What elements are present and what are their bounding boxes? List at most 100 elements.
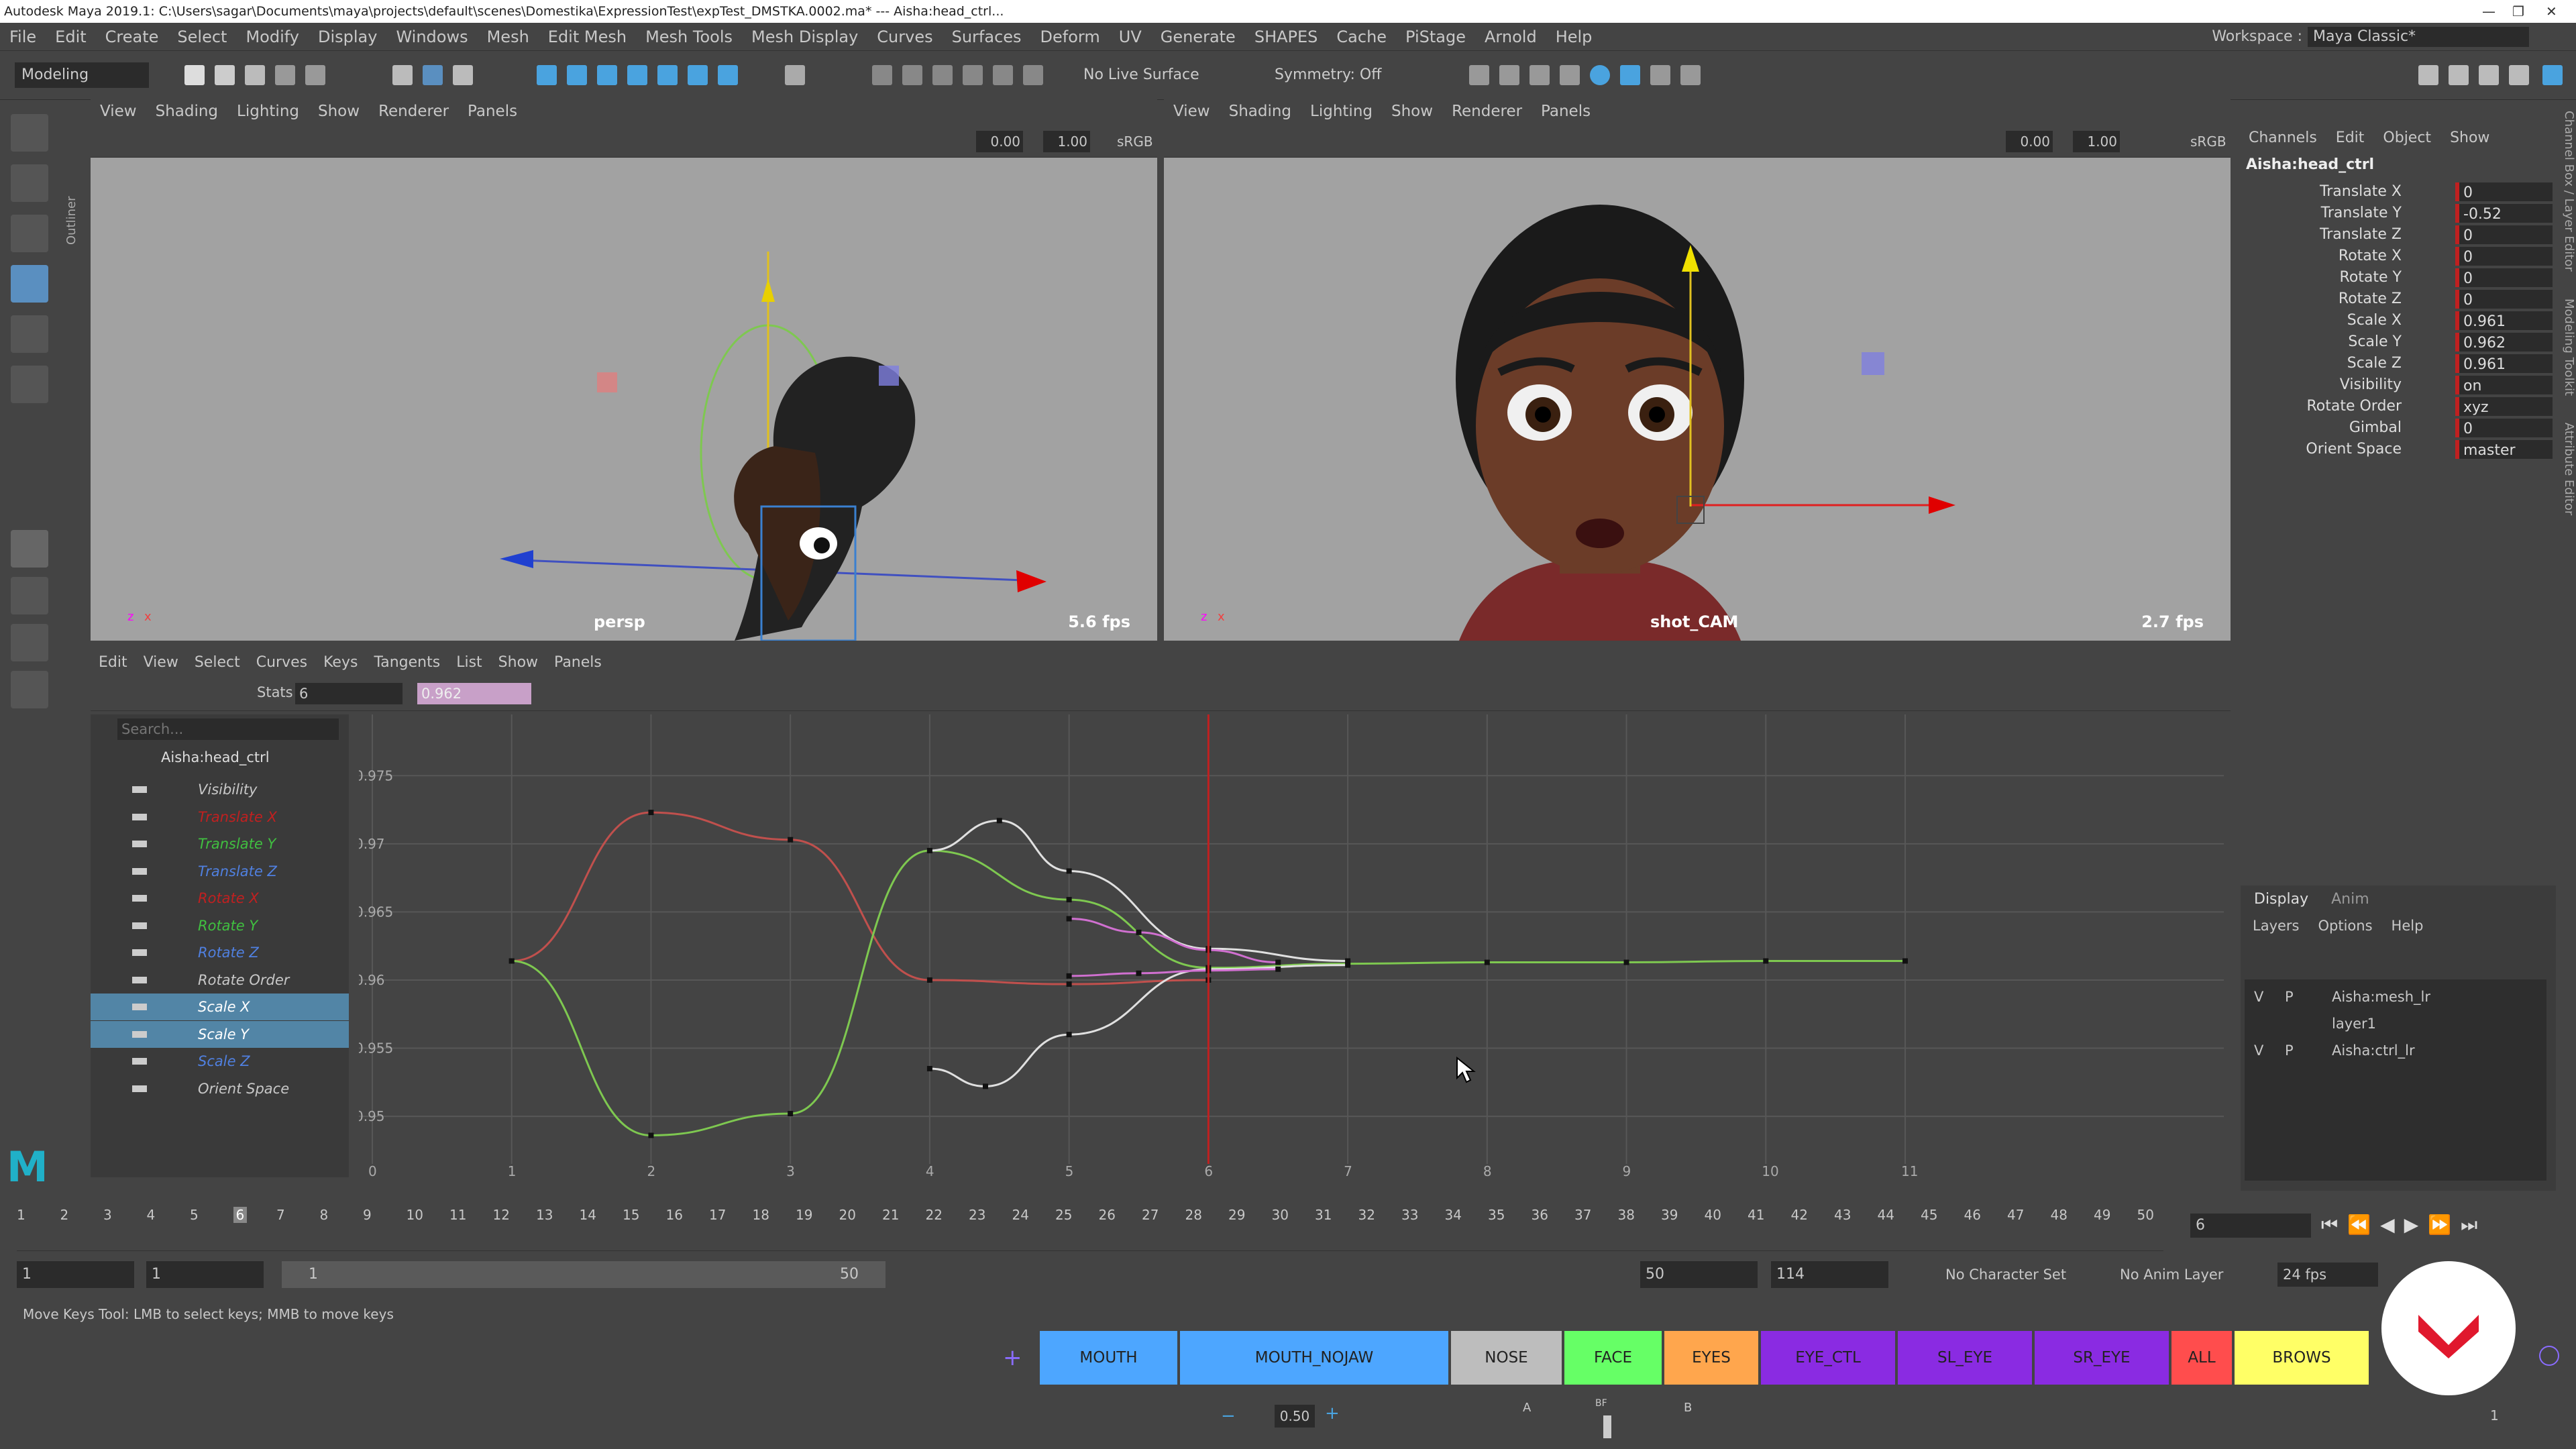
selection-set-button[interactable]: EYE_CTL [1761, 1331, 1895, 1385]
blend-slider-handle[interactable] [1603, 1415, 1611, 1438]
colorspace-label[interactable]: sRGB [1117, 131, 1153, 152]
layer-tab-display[interactable]: Display [2254, 891, 2308, 908]
select-tool-icon[interactable] [11, 114, 48, 152]
range-slider-bar[interactable]: 1 50 [282, 1261, 885, 1288]
menu-arnold[interactable]: Arnold [1475, 23, 1546, 51]
snap-point-icon[interactable] [597, 65, 617, 85]
rotate-tool-icon[interactable] [11, 315, 48, 353]
menu-mesh-tools[interactable]: Mesh Tools [636, 23, 742, 51]
gamma-field[interactable]: 1.00 [2073, 131, 2120, 152]
paint-select-tool-icon[interactable] [11, 215, 48, 252]
single-view-layout-icon[interactable] [11, 530, 48, 568]
go-to-start-icon[interactable]: ⏮ [2321, 1214, 2347, 1236]
graph-channel-row[interactable]: Scale Y [91, 1020, 349, 1048]
select-by-hierarchy-icon[interactable] [392, 65, 413, 85]
time-slider[interactable]: 1 2 3 4 5 6 7 8 9 10 11 12 13 14 15 16 17 18 19 20 21 22 23 24 2… [0, 1204, 2576, 1251]
menu-deform[interactable]: Deform [1031, 23, 1110, 51]
channel-value[interactable]: 0 [2455, 290, 2553, 309]
side-tab-channel-box[interactable]: Channel Box / Layer Editor [2562, 111, 2576, 272]
menu-file[interactable]: File [0, 23, 46, 51]
layer-row[interactable]: V P Aisha:ctrl_lr [2245, 1038, 2546, 1063]
undo-icon[interactable] [275, 65, 295, 85]
menu-pistage[interactable]: PiStage [1396, 23, 1475, 51]
snap-live-icon[interactable] [688, 65, 708, 85]
snap-grid-icon[interactable] [537, 65, 557, 85]
channel-value[interactable]: xyz [2455, 397, 2553, 416]
render-view-icon[interactable] [993, 65, 1013, 85]
anim-layer-dropdown[interactable]: No Anim Layer [2120, 1261, 2223, 1288]
hypershade-icon[interactable] [963, 65, 983, 85]
ge-menu-show[interactable]: Show [490, 654, 546, 671]
channel-row[interactable]: Orient Space master [2241, 439, 2556, 460]
new-scene-icon[interactable] [184, 65, 205, 85]
layer-menu-layers[interactable]: Layers [2253, 918, 2300, 934]
graph-channel-row[interactable]: Visibility [91, 776, 349, 803]
render-settings-icon[interactable] [932, 65, 953, 85]
step-back-frame-icon[interactable]: ◀ [2380, 1214, 2404, 1236]
menu-create[interactable]: Create [96, 23, 168, 51]
menu-generate[interactable]: Generate [1151, 23, 1245, 51]
render-region-icon[interactable] [1529, 65, 1550, 85]
layer-menu-options[interactable]: Options [2318, 918, 2373, 934]
step-back-key-icon[interactable]: ⏪ [2347, 1214, 2380, 1236]
viewport-shot-cam[interactable]: View Shading Lighting Show Renderer Panels 0.… [1164, 97, 2231, 641]
two-view-layout-icon[interactable] [11, 624, 48, 661]
layer-tab-anim[interactable]: Anim [2331, 891, 2369, 908]
channel-row[interactable]: Rotate Order xyz [2241, 396, 2556, 417]
redo-icon[interactable] [305, 65, 325, 85]
restore-button[interactable]: ❐ [2512, 0, 2524, 23]
menu-mesh[interactable]: Mesh [478, 23, 539, 51]
channel-row[interactable]: Gimbal 0 [2241, 417, 2556, 439]
channel-row[interactable]: Translate Y -0.52 [2241, 203, 2556, 224]
save-scene-icon[interactable] [245, 65, 265, 85]
step-forward-key-icon[interactable]: ⏩ [2428, 1214, 2461, 1236]
stats-field[interactable]: 6 [295, 683, 402, 704]
ge-menu-tangents[interactable]: Tangents [366, 654, 448, 671]
exposure-field[interactable]: 0.00 [976, 131, 1023, 152]
open-scene-icon[interactable] [215, 65, 235, 85]
snap-curve-icon[interactable] [567, 65, 587, 85]
channel-row[interactable]: Translate Z 0 [2241, 224, 2556, 246]
menu-shapes[interactable]: SHAPES [1245, 23, 1328, 51]
graph-channel-row[interactable]: Translate X [91, 804, 349, 830]
graph-search-input[interactable] [117, 718, 339, 740]
start-time-field[interactable]: 1 [17, 1261, 134, 1288]
minus-icon[interactable]: − [1221, 1406, 1236, 1426]
cb-menu-object[interactable]: Object [2383, 129, 2431, 146]
vp-menu-lighting[interactable]: Lighting [1301, 97, 1382, 125]
render-frame-icon[interactable] [872, 65, 892, 85]
side-tab-attribute-editor[interactable]: Attribute Editor [2562, 423, 2576, 515]
playback-end-field[interactable]: 50 [1640, 1261, 1758, 1288]
vp-menu-panels[interactable]: Panels [1532, 97, 1600, 125]
vp-menu-shading[interactable]: Shading [1220, 97, 1301, 125]
ge-menu-edit[interactable]: Edit [91, 654, 136, 671]
channel-value[interactable]: 0 [2455, 247, 2553, 266]
pause-icon[interactable] [1680, 65, 1701, 85]
live-surface-dropdown[interactable]: No Live Surface [1077, 62, 1231, 88]
menu-mesh-display[interactable]: Mesh Display [742, 23, 867, 51]
camera-settings-icon[interactable] [1650, 65, 1670, 85]
workspace-dropdown[interactable]: Maya Classic* [2308, 27, 2529, 47]
graph-view[interactable]: 0 1 2 3 4 5 6 7 8 9 10 11 0.95 0.955 0.96 0.965 0.97 0.97… [359, 714, 2224, 1177]
vp-menu-shading[interactable]: Shading [146, 97, 227, 125]
end-time-field[interactable]: 114 [1771, 1261, 1888, 1288]
scale-tool-icon[interactable] [11, 366, 48, 403]
exposure-field[interactable]: 0.00 [2006, 131, 2053, 152]
graph-channel-row[interactable]: Scale Z [91, 1048, 349, 1075]
select-by-object-icon[interactable] [423, 65, 443, 85]
graph-channel-row[interactable]: Translate Y [91, 830, 349, 857]
toggle-modeling-toolkit-icon[interactable] [2418, 65, 2438, 85]
channel-row[interactable]: Translate X 0 [2241, 181, 2556, 203]
selection-set-button[interactable]: EYES [1664, 1331, 1758, 1385]
four-view-layout-icon[interactable] [11, 577, 48, 614]
ipr-render-icon[interactable] [902, 65, 922, 85]
layer-row[interactable]: V P Aisha:mesh_lr [2245, 985, 2546, 1009]
graph-channel-row[interactable]: Translate Z [91, 858, 349, 885]
lighting-icon[interactable] [1023, 65, 1043, 85]
ge-menu-select[interactable]: Select [186, 654, 248, 671]
close-button[interactable]: ✕ [2546, 0, 2557, 23]
menu-display[interactable]: Display [309, 23, 386, 51]
selection-set-button[interactable]: NOSE [1451, 1331, 1562, 1385]
channel-row[interactable]: Scale X 0.961 [2241, 310, 2556, 331]
ge-menu-view[interactable]: View [136, 654, 186, 671]
